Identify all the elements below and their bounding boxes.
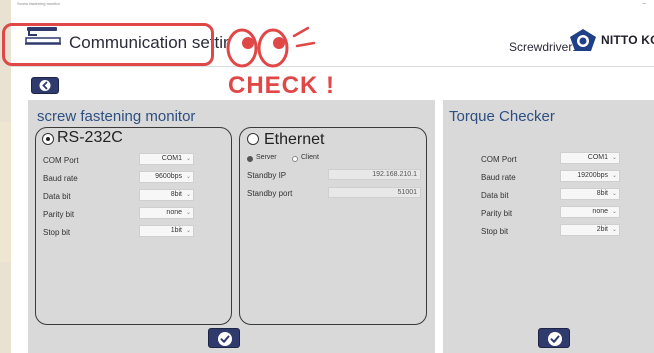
eyes-icon xyxy=(226,26,316,68)
tq-data-bit-value: 8bit xyxy=(596,190,608,197)
rs-baud-rate-label: Baud rate xyxy=(43,174,78,183)
tq-parity-bit-select[interactable]: none ⌄ xyxy=(560,206,620,218)
tq-com-port-label: COM Port xyxy=(481,155,517,164)
checkmark-icon xyxy=(548,332,562,346)
monitor-panel: screw fastening monitor RS-232C COM Port… xyxy=(28,100,435,353)
tq-data-bit-label: Data bit xyxy=(481,191,509,200)
standby-ip-field[interactable]: 192.168.210.1 xyxy=(328,169,421,180)
tq-baud-rate-select[interactable]: 19200bps ⌄ xyxy=(560,170,620,182)
chevron-down-icon: ⌄ xyxy=(185,174,191,180)
header-divider xyxy=(11,66,654,67)
chevron-down-icon: ⌄ xyxy=(611,191,617,197)
rs-stop-bit-label: Stop bit xyxy=(43,228,71,237)
brand-name: NITTO KOHKI xyxy=(601,33,654,47)
tq-stop-bit-select[interactable]: 2bit ⌄ xyxy=(560,224,620,236)
server-radio[interactable] xyxy=(247,156,253,162)
standby-port-field[interactable]: 51001 xyxy=(328,187,421,198)
tq-parity-bit-value: none xyxy=(592,208,608,215)
standby-port-label: Standby port xyxy=(247,189,293,198)
standby-ip-label: Standby IP xyxy=(247,171,287,180)
tq-stop-bit-value: 2bit xyxy=(596,226,608,233)
chevron-down-icon: ⌄ xyxy=(185,228,191,234)
chevron-down-icon: ⌄ xyxy=(185,210,191,216)
monitor-confirm-button[interactable] xyxy=(208,328,240,348)
rs-parity-bit-label: Parity bit xyxy=(43,210,75,219)
rs-data-bit-value: 8bit xyxy=(170,191,182,198)
tq-baud-rate-label: Baud rate xyxy=(481,173,516,182)
checkmark-icon xyxy=(218,332,232,346)
chevron-down-icon: ⌄ xyxy=(611,155,617,161)
server-label: Server xyxy=(256,154,277,161)
monitor-panel-title: screw fastening monitor xyxy=(37,108,196,125)
rs-baud-rate-value: 9600bps xyxy=(155,173,182,180)
back-button[interactable] xyxy=(31,77,59,94)
brand-logo-icon xyxy=(570,29,596,51)
ethernet-radio[interactable] xyxy=(247,133,259,145)
window-titlebar: Screw fastening monitor – xyxy=(11,0,654,8)
torque-confirm-button[interactable] xyxy=(538,328,570,348)
rs-com-port-value: COM1 xyxy=(161,155,182,162)
check-callout: CHECK ! xyxy=(228,72,335,99)
torque-panel: Torque Checker COM Port COM1 ⌄ Baud rate … xyxy=(443,100,654,353)
tq-data-bit-select[interactable]: 8bit ⌄ xyxy=(560,188,620,200)
back-arrow-icon xyxy=(39,80,51,91)
screen: Screw fastening monitor – Communication … xyxy=(0,0,654,353)
chevron-down-icon: ⌄ xyxy=(611,209,617,215)
rs-data-bit-label: Data bit xyxy=(43,192,71,201)
rs232c-group: RS-232C COM Port COM1 ⌄ Baud rate 9600bps… xyxy=(35,127,232,325)
torque-panel-title: Torque Checker xyxy=(449,108,555,125)
tq-stop-bit-label: Stop bit xyxy=(481,227,509,236)
tq-com-port-value: COM1 xyxy=(587,154,608,161)
window-title: Screw fastening monitor xyxy=(17,1,60,6)
chevron-down-icon: ⌄ xyxy=(611,173,617,179)
rs-data-bit-select[interactable]: 8bit ⌄ xyxy=(139,189,194,201)
minimize-button[interactable]: – xyxy=(643,0,646,8)
client-radio[interactable] xyxy=(292,156,298,162)
chevron-down-icon: ⌄ xyxy=(611,227,617,233)
rs-parity-bit-select[interactable]: none ⌄ xyxy=(139,207,194,219)
ethernet-label: Ethernet xyxy=(264,131,325,148)
rs-com-port-select[interactable]: COM1 ⌄ xyxy=(139,153,194,165)
background-block xyxy=(0,122,11,262)
ethernet-group: Ethernet Server Client Standby IP 192.16… xyxy=(239,127,427,325)
rs-baud-rate-select[interactable]: 9600bps ⌄ xyxy=(139,171,194,183)
rs-stop-bit-select[interactable]: 1bit ⌄ xyxy=(139,225,194,237)
rs-stop-bit-value: 1bit xyxy=(170,227,182,234)
rs-parity-bit-value: none xyxy=(166,209,182,216)
rs232c-radio[interactable] xyxy=(42,133,54,145)
tq-baud-rate-value: 19200bps xyxy=(577,172,608,179)
chevron-down-icon: ⌄ xyxy=(185,156,191,162)
client-label: Client xyxy=(301,154,319,161)
highlight-frame xyxy=(2,23,214,66)
chevron-down-icon: ⌄ xyxy=(185,192,191,198)
rs232c-label: RS-232C xyxy=(57,129,123,146)
tq-com-port-select[interactable]: COM1 ⌄ xyxy=(560,152,620,164)
tq-parity-bit-label: Parity bit xyxy=(481,209,513,218)
rs-com-port-label: COM Port xyxy=(43,156,79,165)
